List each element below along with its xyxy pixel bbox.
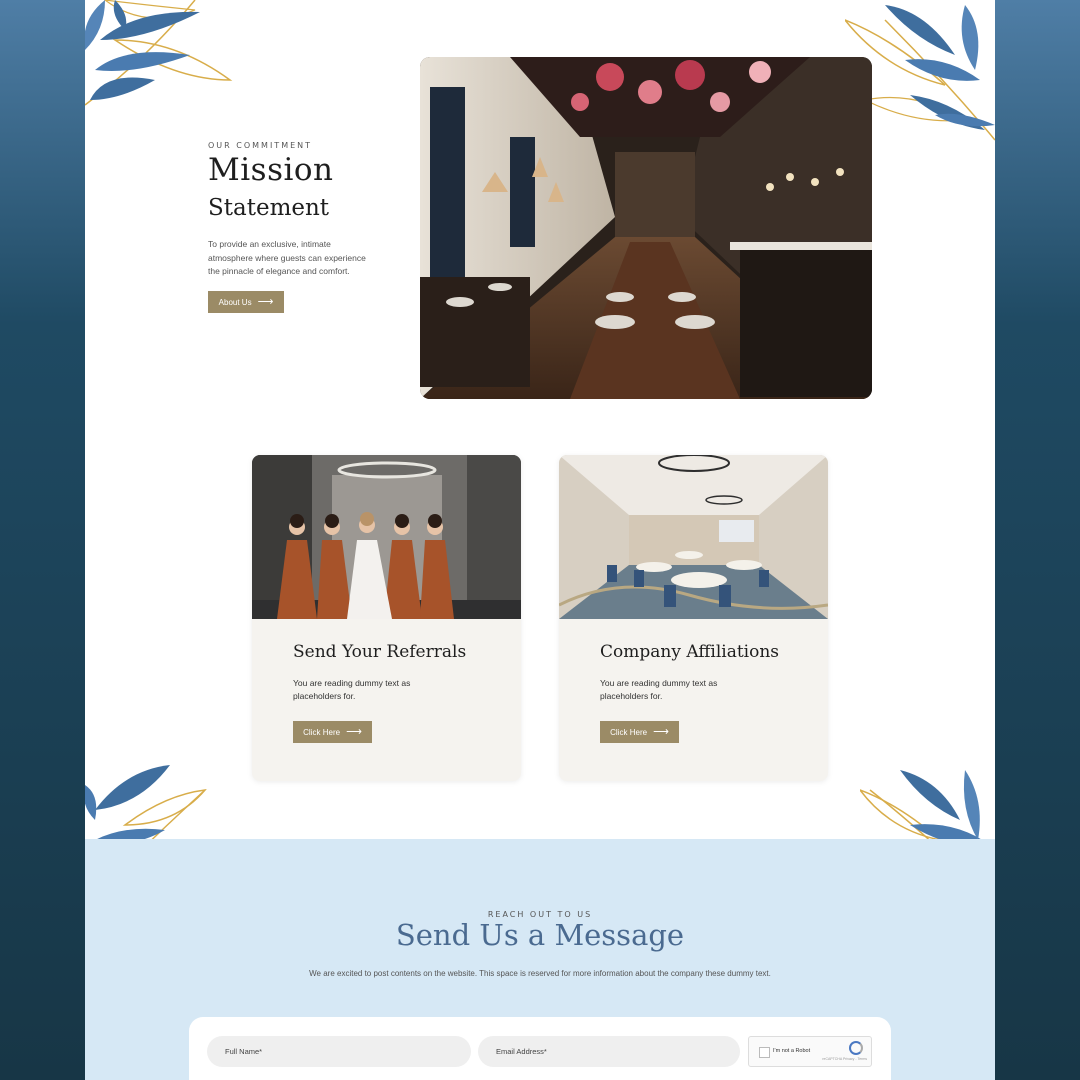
recaptcha-icon (849, 1041, 863, 1055)
arrow-right-icon: ⟶ (653, 725, 669, 738)
referrals-card-text: You are reading dummy text as placeholde… (293, 678, 411, 701)
hero-title-line2: Statement (208, 195, 330, 221)
full-name-input[interactable] (207, 1036, 471, 1067)
hero-eyebrow: OUR COMMITMENT (208, 141, 313, 150)
recaptcha-checkbox[interactable] (759, 1047, 770, 1058)
about-us-button-label: About Us (218, 297, 252, 307)
referrals-card-title: Send Your Referrals (293, 642, 467, 662)
email-input[interactable] (478, 1036, 740, 1067)
arrow-right-icon: ⟶ (257, 295, 274, 308)
referrals-card: Send Your Referrals You are reading dumm… (252, 455, 521, 781)
recaptcha-fine-print: reCAPTCHA Privacy - Terms (822, 1057, 867, 1061)
contact-form: I'm not a Robot reCAPTCHA Privacy - Term… (189, 1017, 891, 1080)
referrals-button-label: Click Here (303, 727, 341, 737)
restaurant-interior-image (420, 57, 872, 399)
hero-description: To provide an exclusive, intimate atmosp… (208, 239, 366, 276)
affiliations-card-title: Company Affiliations (600, 642, 780, 662)
affiliations-card-text: You are reading dummy text as placeholde… (600, 678, 718, 701)
leaf-decoration-top-left (85, 0, 233, 106)
banquet-hall-image (559, 455, 828, 619)
recaptcha-label: I'm not a Robot (773, 1048, 811, 1054)
page: OUR COMMITMENT Mission Statement To prov… (85, 0, 995, 1080)
affiliations-card: Company Affiliations You are reading dum… (559, 455, 828, 781)
about-us-button[interactable]: About Us ⟶ (208, 291, 284, 313)
affiliations-click-here-button[interactable]: Click Here ⟶ (600, 721, 679, 743)
arrow-right-icon: ⟶ (346, 725, 362, 738)
recaptcha-widget: I'm not a Robot reCAPTCHA Privacy - Term… (748, 1036, 872, 1067)
referrals-click-here-button[interactable]: Click Here ⟶ (293, 721, 372, 743)
bridal-party-image (252, 455, 521, 619)
contact-description: We are excited to post contents on the w… (309, 969, 771, 978)
hero-title-line1: Mission (208, 152, 334, 188)
affiliations-button-label: Click Here (610, 727, 648, 737)
contact-title: Send Us a Message (395, 918, 685, 952)
